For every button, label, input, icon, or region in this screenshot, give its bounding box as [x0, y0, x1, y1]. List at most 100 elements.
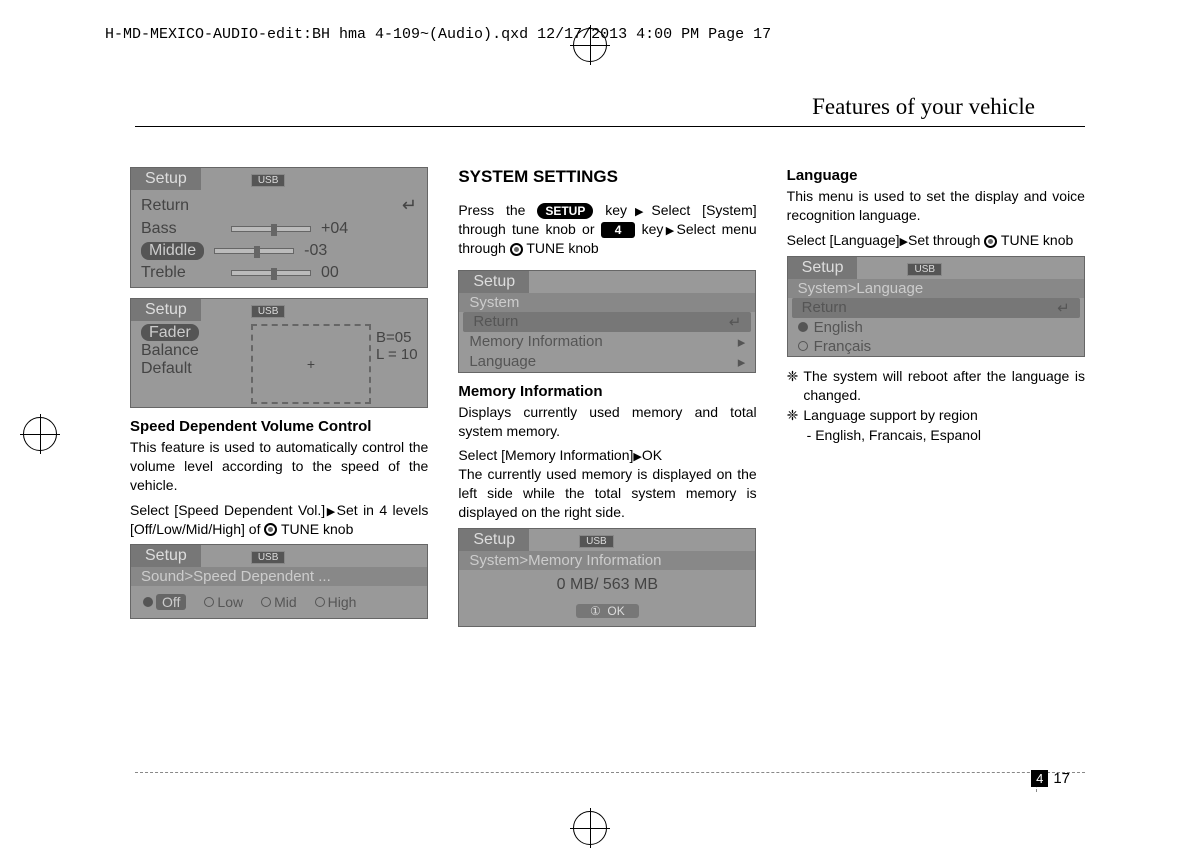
lcd-memory-value: 0 MB/ 563 MB: [459, 570, 755, 600]
radio-dot-icon: [204, 597, 214, 607]
crosshair-icon: +: [307, 356, 315, 372]
memory-info-p3: The currently used memory is displayed o…: [458, 465, 756, 522]
text-frag: key: [635, 221, 663, 237]
lcd-fader-selected: Fader: [141, 324, 199, 341]
arrow-icon: ▶: [633, 451, 641, 463]
language-heading: Language: [787, 167, 1085, 184]
text-frag: key: [593, 202, 627, 218]
language-p1: This menu is used to set the display and…: [787, 187, 1085, 225]
header-rule: [135, 126, 1085, 127]
radio-dot-filled-icon: [798, 322, 808, 332]
usb-icon: USB: [251, 305, 286, 318]
column-3: Language This menu is used to set the di…: [787, 167, 1085, 637]
lcd-system-label: System: [459, 293, 755, 312]
lcd-default: Default: [141, 360, 241, 378]
lcd-radio-group: Off Low Mid High: [131, 586, 427, 618]
usb-icon: USB: [579, 535, 614, 548]
lcd-speed-dependent: SetupUSB Sound>Speed Dependent ... Off L…: [130, 544, 428, 619]
lcd-tab: Setup: [788, 257, 858, 279]
system-settings-p1: Press the SETUP key▶Select [System] thro…: [458, 201, 756, 258]
lcd-tab: Setup: [459, 529, 529, 551]
lcd-language-menu: SetupUSB System>Language Return↵ English…: [787, 256, 1085, 357]
tune-knob-icon: [984, 235, 997, 248]
lcd-return: Return: [141, 197, 221, 215]
francais-label: Français: [814, 338, 872, 355]
memory-info-heading: Memory Information: [458, 383, 756, 400]
lcd-breadcrumb: Sound>Speed Dependent ...: [131, 567, 427, 586]
lcd-return-row: Return↵: [463, 312, 751, 332]
crop-circle-bottom: [573, 811, 607, 845]
radio-dot-icon: [315, 597, 325, 607]
text-frag: OK: [642, 447, 662, 463]
arrow-icon: ▶: [325, 506, 336, 518]
section-number: 4: [1031, 770, 1048, 787]
lcd-balance: Balance: [141, 342, 241, 360]
memory-info-p1: Displays currently used memory and total…: [458, 403, 756, 441]
text-frag: TUNE knob: [997, 232, 1073, 248]
lcd-fader-balance: Setup USB Fader Balance Default + B=05 L …: [130, 298, 428, 408]
lcd-treble: Treble: [141, 264, 221, 282]
note-text: Language support by region: [803, 406, 977, 425]
speed-dependent-heading: Speed Dependent Volume Control: [130, 418, 428, 435]
lcd-language-row: Language▸: [459, 352, 755, 372]
column-1: SetupUSB Return↵ Bass+04 Middle-03 Trebl…: [130, 167, 428, 637]
memory-info-p2: Select [Memory Information]▶OK: [458, 446, 756, 465]
return-label: Return: [802, 299, 847, 317]
memory-label: Memory Information: [469, 333, 602, 351]
english-label: English: [814, 319, 863, 336]
note-lang-support: ❈ Language support by region: [787, 406, 1085, 425]
page-number-value: 17: [1053, 770, 1070, 787]
chevron-right-icon: ▸: [738, 333, 746, 351]
radio-dot-icon: [261, 597, 271, 607]
lcd-middle-selected: Middle: [141, 242, 204, 260]
note-reboot: ❈ The system will reboot after the langu…: [787, 367, 1085, 405]
l-value: L = 10: [376, 346, 418, 363]
lcd-memory-row: Memory Information ▸: [459, 332, 755, 352]
text-frag: TUNE knob: [526, 240, 598, 256]
note-bullet-icon: ❈: [787, 406, 799, 425]
page-footer: 4 17: [135, 772, 1085, 773]
arrow-icon: ▶: [663, 225, 676, 237]
lcd-breadcrumb: System>Language: [788, 279, 1084, 298]
page-header: Features of your vehicle: [812, 94, 1035, 120]
arrow-icon: ▶: [900, 236, 908, 248]
usb-icon: USB: [251, 174, 286, 187]
text-frag: Press the: [458, 202, 537, 218]
lcd-ok-button: ① OK: [576, 604, 639, 618]
lcd-tab: Setup: [131, 168, 201, 190]
lcd-english-row: English: [788, 318, 1084, 337]
lcd-sound-eq: SetupUSB Return↵ Bass+04 Middle-03 Trebl…: [130, 167, 428, 288]
lcd-bass: Bass: [141, 220, 221, 238]
speed-dependent-p1: This feature is used to automatically co…: [130, 438, 428, 495]
bass-value: +04: [321, 220, 348, 238]
lcd-tab: Setup: [131, 299, 201, 321]
column-2: SYSTEM SETTINGS Press the SETUP key▶Sele…: [458, 167, 756, 637]
lcd-system-menu: Setup System Return↵ Memory Information▸…: [458, 270, 756, 373]
setup-key-icon: SETUP: [537, 203, 593, 219]
note-bullet-icon: ❈: [787, 367, 799, 405]
slider-icon: [231, 270, 311, 276]
radio-dot-filled-icon: [143, 597, 153, 607]
system-settings-heading: SYSTEM SETTINGS: [458, 167, 756, 187]
text-frag: TUNE knob: [281, 521, 353, 537]
lcd-memory-info: Setup USB System>Memory Information 0 MB/…: [458, 528, 756, 627]
treble-value: 00: [321, 264, 339, 282]
radio-dot-icon: [798, 341, 808, 351]
speed-dependent-p2: Select [Speed Dependent Vol.]▶Set in 4 l…: [130, 501, 428, 539]
tune-knob-icon: [264, 523, 277, 536]
ok-num: ①: [590, 604, 601, 618]
ok-label: OK: [607, 604, 624, 618]
note-lang-list: - English, Francais, Espanol: [787, 427, 1085, 443]
slider-icon: [231, 226, 311, 232]
lcd-breadcrumb: System>Memory Information: [459, 551, 755, 570]
slider-icon: [214, 248, 294, 254]
b-value: B=05: [376, 329, 418, 346]
return-icon: ↵: [1057, 299, 1070, 317]
crop-circle-left: [23, 417, 57, 451]
note-text: The system will reboot after the languag…: [803, 367, 1085, 405]
page-number: 4 17: [1031, 770, 1070, 787]
content-columns: SetupUSB Return↵ Bass+04 Middle-03 Trebl…: [130, 167, 1085, 637]
text-frag: Select [Speed Dependent Vol.]: [130, 502, 325, 518]
return-icon: ↵: [402, 195, 417, 216]
balance-grid: +: [251, 324, 371, 404]
